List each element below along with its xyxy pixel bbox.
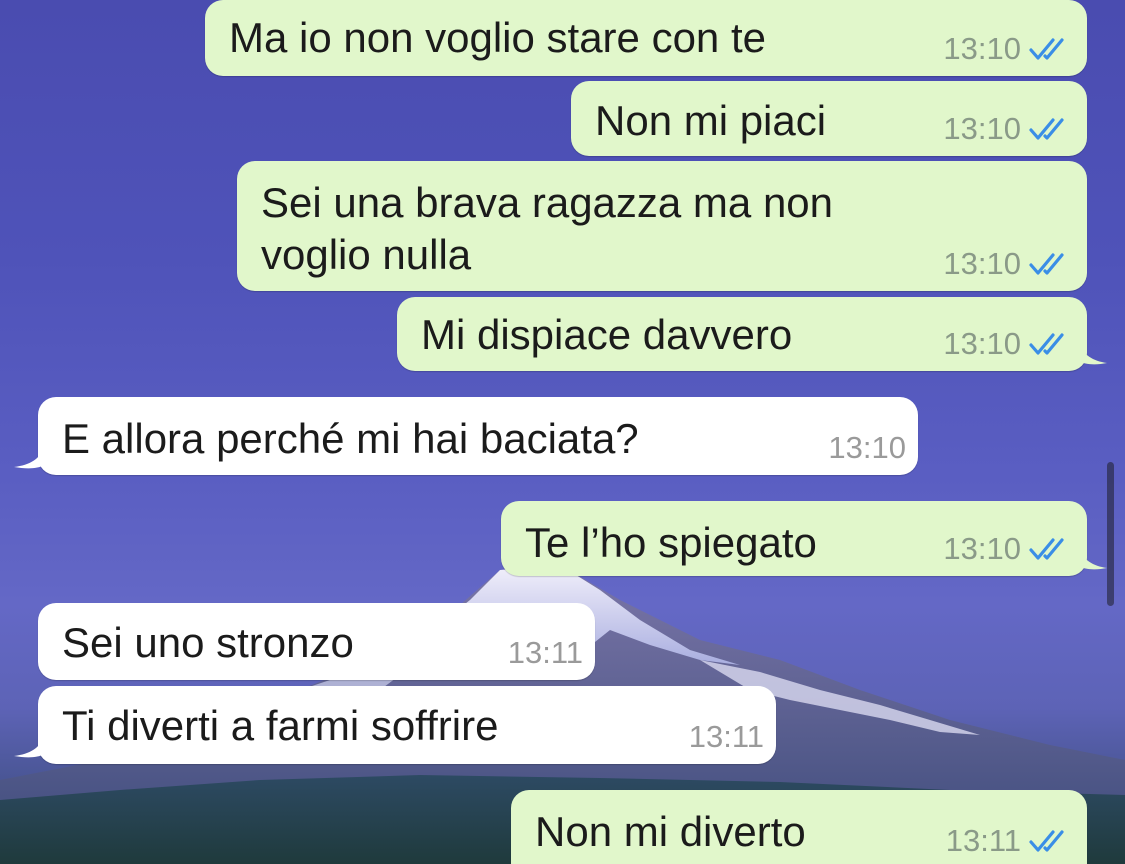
message-bubble-outgoing[interactable]: Sei una brava ragazza ma non voglio null…: [237, 161, 1087, 291]
message-text: Ti diverti a farmi soffrire: [62, 702, 499, 749]
message-time: 13:10: [943, 31, 1021, 66]
message-text: Non mi diverto: [535, 808, 806, 855]
bubble-tail: [1079, 343, 1107, 365]
message-bubble-outgoing[interactable]: Non mi piaci 13:10: [571, 81, 1087, 156]
bubble-tail: [14, 447, 44, 469]
message-bubble-outgoing[interactable]: Te l’ho spiegato 13:10: [501, 501, 1107, 576]
message-meta: 13:10: [943, 532, 1073, 566]
double-check-icon: [1029, 253, 1064, 275]
message-time: 13:10: [943, 246, 1021, 281]
message-meta: 13:10: [943, 327, 1073, 361]
message-bubble-outgoing[interactable]: Ma io non voglio stare con te 13:10: [205, 0, 1087, 76]
double-check-icon: [1029, 38, 1064, 60]
message-text: Te l’ho spiegato: [525, 519, 817, 566]
message-meta: 13:11: [508, 636, 583, 670]
double-check-icon: [1029, 830, 1064, 852]
message-meta: 13:11: [689, 720, 764, 754]
message-bubble-outgoing[interactable]: Mi dispiace davvero 13:10: [397, 297, 1107, 371]
double-check-icon: [1029, 538, 1064, 560]
message-meta: 13:10: [943, 112, 1073, 146]
message-time: 13:11: [945, 823, 1021, 858]
scrollbar[interactable]: [1107, 462, 1114, 606]
double-check-icon: [1029, 333, 1064, 355]
chat-message-list[interactable]: Ma io non voglio stare con te 13:10 Non …: [0, 0, 1125, 864]
message-bubble-incoming[interactable]: Sei uno stronzo 13:11: [38, 603, 595, 680]
message-meta: 13:11: [946, 824, 1073, 858]
message-text: Sei una brava ragazza ma non voglio null…: [261, 179, 834, 278]
message-time: 13:10: [828, 430, 906, 465]
message-meta: 13:10: [828, 431, 906, 465]
bubble-tail: [1079, 548, 1107, 570]
message-meta: 13:10: [943, 32, 1073, 66]
message-bubble-incoming[interactable]: E allora perché mi hai baciata? 13:10: [14, 397, 918, 475]
message-bubble-incoming[interactable]: Ti diverti a farmi soffrire 13:11: [14, 686, 776, 764]
message-time: 13:10: [943, 326, 1021, 361]
double-check-icon: [1029, 118, 1064, 140]
message-text: Mi dispiace davvero: [421, 311, 793, 358]
message-bubble-outgoing[interactable]: Non mi diverto 13:11: [511, 790, 1087, 864]
bubble-tail: [14, 736, 44, 758]
message-meta: 13:10: [943, 247, 1073, 281]
message-text: Ma io non voglio stare con te: [229, 14, 766, 61]
message-text: Non mi piaci: [595, 97, 827, 144]
message-text: Sei uno stronzo: [62, 619, 354, 666]
message-time: 13:11: [507, 635, 583, 670]
message-time: 13:10: [943, 531, 1021, 566]
message-time: 13:10: [943, 111, 1021, 146]
message-text: E allora perché mi hai baciata?: [62, 415, 639, 462]
message-time: 13:11: [688, 719, 764, 754]
